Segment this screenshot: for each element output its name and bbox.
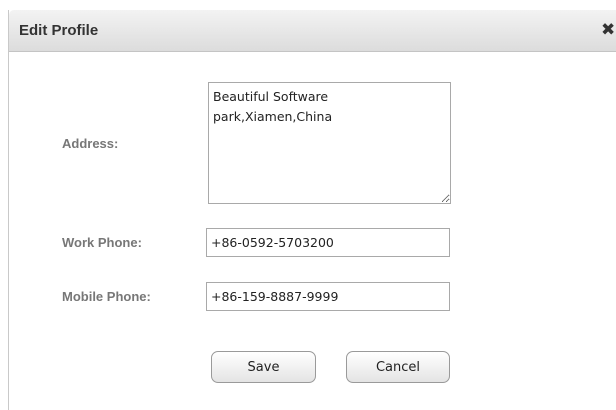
work-phone-input[interactable]	[206, 228, 450, 257]
cancel-button[interactable]: Cancel	[346, 351, 450, 383]
dialog-titlebar[interactable]: Edit Profile ✖	[9, 10, 616, 52]
mobile-phone-input[interactable]	[206, 282, 450, 311]
dialog-title: Edit Profile	[19, 22, 99, 39]
address-textarea[interactable]: Beautiful Software park,Xiamen,China	[208, 82, 451, 204]
mobile-phone-label: Mobile Phone:	[62, 289, 151, 304]
edit-profile-dialog: Edit Profile ✖ Address: Beautiful Softwa…	[8, 10, 616, 410]
work-phone-label: Work Phone:	[62, 235, 142, 250]
save-button[interactable]: Save	[211, 351, 316, 383]
close-icon[interactable]: ✖	[601, 21, 615, 38]
address-label: Address:	[62, 136, 119, 151]
